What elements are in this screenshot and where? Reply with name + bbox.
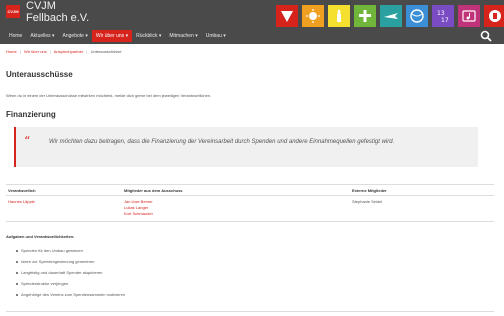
nav-rueckblick[interactable]: Rückblick ▾ bbox=[132, 30, 165, 42]
quote-text: Wir möchten dazu beitragen, dass die Fin… bbox=[49, 139, 395, 145]
site-header: CVJM CVJM Fellbach e.V. 13 17 Home Aktue… bbox=[0, 0, 504, 44]
search-icon[interactable] bbox=[480, 30, 492, 42]
member-link[interactable]: Kurt Schmauder bbox=[124, 211, 153, 217]
nav-aktuelles[interactable]: Aktuelles ▾ bbox=[26, 30, 58, 42]
bullet-icon bbox=[16, 293, 18, 296]
candle-icon[interactable] bbox=[328, 5, 350, 27]
svg-text:17: 17 bbox=[441, 17, 449, 24]
triangle-icon[interactable] bbox=[276, 5, 298, 27]
column-header-external: Externe Mitglieder bbox=[352, 188, 387, 193]
nav-home[interactable]: Home bbox=[5, 30, 26, 42]
breadcrumb: Home | Wir über uns | Ansprechpartner | … bbox=[6, 49, 122, 54]
numbers-icon[interactable]: 13 17 bbox=[432, 5, 454, 27]
bullet-icon bbox=[16, 271, 18, 274]
nav-angebote[interactable]: Angebote ▾ bbox=[59, 30, 92, 42]
task-text: Ideen zur Spendengewinnung generieren bbox=[21, 259, 95, 264]
tasks-list: Spenden für den Umbau gewinnen Ideen zur… bbox=[16, 248, 125, 303]
task-text: Langfristig und dauerhaft Spender akquir… bbox=[21, 270, 103, 275]
list-item: Spenderstruktur verjüngen bbox=[16, 281, 125, 292]
quote-icon: “ bbox=[24, 134, 31, 148]
task-text: Spenderstruktur verjüngen bbox=[21, 281, 69, 286]
breadcrumb-separator: | bbox=[86, 49, 88, 54]
quote-box: “ Wir möchten dazu beitragen, dass die F… bbox=[14, 127, 478, 167]
list-item: Spenden für den Umbau gewinnen bbox=[16, 248, 125, 259]
sun-icon[interactable] bbox=[302, 5, 324, 27]
table-header: Verantwortlich Mitglieder aus dem Aussch… bbox=[6, 184, 494, 196]
breadcrumb-separator: | bbox=[19, 49, 21, 54]
divider bbox=[6, 311, 494, 312]
breadcrumb-separator: | bbox=[49, 49, 51, 54]
breadcrumb-home[interactable]: Home bbox=[6, 49, 17, 54]
bullet-icon bbox=[16, 249, 18, 252]
brand-subtitle[interactable]: Fellbach e.V. bbox=[26, 13, 89, 24]
column-header-responsible: Verantwortlich bbox=[8, 188, 36, 193]
bullet-icon bbox=[16, 260, 18, 263]
tasks-title: Aufgaben und Verantwortlichkeiten: bbox=[6, 234, 75, 239]
external-member: Stephanie Seidel bbox=[352, 199, 383, 204]
nav-mitmachen[interactable]: Mitmachen ▾ bbox=[165, 30, 201, 42]
nav-wir-ueber-uns[interactable]: Wir über uns ▾ bbox=[91, 30, 133, 42]
ball-icon[interactable] bbox=[406, 5, 428, 27]
main-nav: Home Aktuelles ▾ Angebote ▾ Wir über uns… bbox=[0, 30, 230, 42]
column-header-members: Mitglieder aus dem Ausschuss bbox=[124, 188, 183, 193]
shield-icon[interactable] bbox=[484, 5, 504, 27]
svg-text:13: 13 bbox=[437, 10, 445, 17]
logo[interactable]: CVJM bbox=[6, 5, 20, 18]
intro-text: Wenn du in einem der Unterausschüsse mit… bbox=[6, 93, 212, 98]
table-row: Hannes Läpple Jan Uwe Berner Lukas Lange… bbox=[6, 196, 494, 222]
responsible-person[interactable]: Hannes Läpple bbox=[8, 199, 35, 205]
member-list: Jan Uwe Berner Lukas Langer Kurt Schmaud… bbox=[124, 199, 153, 217]
brand-name[interactable]: CVJM bbox=[26, 1, 56, 12]
list-item: Ideen zur Spendengewinnung generieren bbox=[16, 259, 125, 270]
bullet-icon bbox=[16, 282, 18, 285]
cross-icon[interactable] bbox=[354, 5, 376, 27]
breadcrumb-about[interactable]: Wir über uns bbox=[24, 49, 47, 54]
header-icon-bar: 13 17 bbox=[276, 5, 504, 27]
section-title: Finanzierung bbox=[6, 110, 56, 119]
task-text: Spenden für den Umbau gewinnen bbox=[21, 248, 83, 253]
nav-umbau[interactable]: Umbau ▾ bbox=[202, 30, 230, 42]
list-item: Langfristig und dauerhaft Spender akquir… bbox=[16, 270, 125, 281]
page-title: Unterausschüsse bbox=[6, 70, 73, 79]
breadcrumb-contacts[interactable]: Ansprechpartner bbox=[54, 49, 84, 54]
music-icon[interactable] bbox=[458, 5, 480, 27]
task-text: Angehörige des Vereins zum Spendensammel… bbox=[21, 292, 126, 297]
plane-icon[interactable] bbox=[380, 5, 402, 27]
breadcrumb-current: Unterausschüsse bbox=[90, 49, 122, 54]
list-item: Angehörige des Vereins zum Spendensammel… bbox=[16, 292, 125, 303]
